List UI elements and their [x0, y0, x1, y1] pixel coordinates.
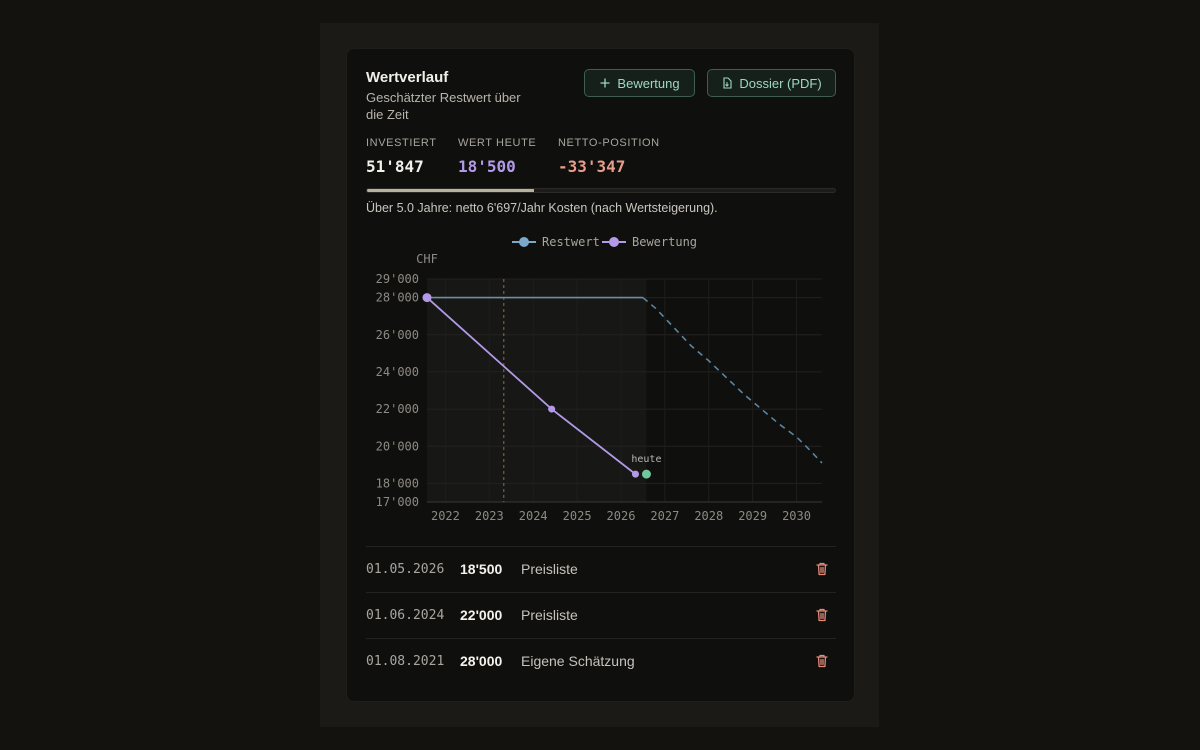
valuation-row: 01.08.2021 28'000 Eigene Schätzung	[366, 638, 836, 683]
valuation-date: 01.08.2021	[366, 653, 445, 669]
x-tick-label: 2024	[519, 509, 548, 523]
value-chart: 17'000 18'000 20'000 22'000 24'000 26'000 28'0…	[376, 235, 823, 523]
valuation-date: 01.06.2024	[366, 607, 445, 623]
bewertung-point	[631, 470, 639, 478]
y-tick-label: 26'000	[376, 328, 419, 342]
y-tick-label: 24'000	[376, 365, 419, 379]
today-point	[641, 469, 651, 479]
x-tick-label: 2025	[563, 509, 592, 523]
valuation-value: 28'000	[460, 653, 503, 669]
x-tick-label: 2026	[607, 509, 636, 523]
today-value: 18'500	[458, 157, 516, 176]
value-history-card: Wertverlauf Geschätzter Restwert über di…	[346, 48, 855, 702]
x-tick-label: 2030	[782, 509, 811, 523]
bewertung-point	[548, 405, 556, 413]
legend-swatch-dot	[609, 237, 619, 247]
today-value-label: WERT HEUTE	[458, 137, 537, 149]
valuation-source: Preisliste	[521, 561, 578, 577]
valuation-row: 01.06.2024 22'000 Preisliste	[366, 592, 836, 637]
card-title: Wertverlauf	[366, 69, 449, 86]
x-tick-label: 2028	[694, 509, 723, 523]
summary-text: Über 5.0 Jahre: netto 6'697/Jahr Kosten …	[366, 201, 718, 215]
history-shade	[427, 279, 647, 502]
valuation-value: 18'500	[460, 561, 503, 577]
file-icon	[721, 77, 733, 89]
x-tick-label: 2029	[738, 509, 767, 523]
invested-value: 51'847	[366, 157, 424, 176]
y-tick-label: 20'000	[376, 439, 419, 453]
valuation-date: 01.05.2026	[366, 561, 445, 577]
y-tick-label: 17'000	[376, 495, 419, 509]
dossier-pdf-label: Dossier (PDF)	[739, 75, 822, 91]
restwert-forecast-line	[642, 296, 823, 464]
y-tick-label: 28'000	[376, 291, 419, 305]
y-tick-label: 29'000	[376, 272, 419, 286]
net-position-label: NETTO-POSITION	[558, 137, 660, 149]
legend-label: Bewertung	[632, 235, 697, 249]
valuation-source: Preisliste	[521, 607, 578, 623]
card-subtitle: Geschätzter Restwert über die Zeit	[366, 90, 521, 122]
add-valuation-label: Bewertung	[617, 75, 680, 91]
x-tick-label: 2027	[650, 509, 679, 523]
dossier-pdf-button[interactable]: Dossier (PDF)	[707, 69, 836, 97]
plus-icon	[599, 77, 611, 89]
value-progress-bar	[366, 188, 836, 193]
x-tick-label: 2022	[431, 509, 460, 523]
legend-label: Restwert	[542, 235, 600, 249]
valuation-source: Eigene Schätzung	[521, 653, 635, 669]
bewertung-point	[422, 293, 432, 303]
legend-swatch-dot	[519, 237, 529, 247]
net-position-value: -33'347	[558, 157, 626, 176]
add-valuation-button[interactable]: Bewertung	[584, 69, 695, 97]
y-axis-label: CHF	[416, 252, 438, 266]
trash-icon[interactable]	[814, 607, 830, 623]
x-tick-label: 2023	[475, 509, 504, 523]
valuation-value: 22'000	[460, 607, 503, 623]
valuation-row: 01.05.2026 18'500 Preisliste	[366, 546, 836, 591]
today-label: heute	[631, 454, 661, 465]
invested-label: INVESTIERT	[366, 137, 437, 149]
trash-icon[interactable]	[814, 653, 830, 669]
y-tick-label: 18'000	[376, 476, 419, 490]
value-progress-fill	[367, 189, 535, 192]
y-tick-label: 22'000	[376, 402, 419, 416]
trash-icon[interactable]	[814, 561, 830, 577]
